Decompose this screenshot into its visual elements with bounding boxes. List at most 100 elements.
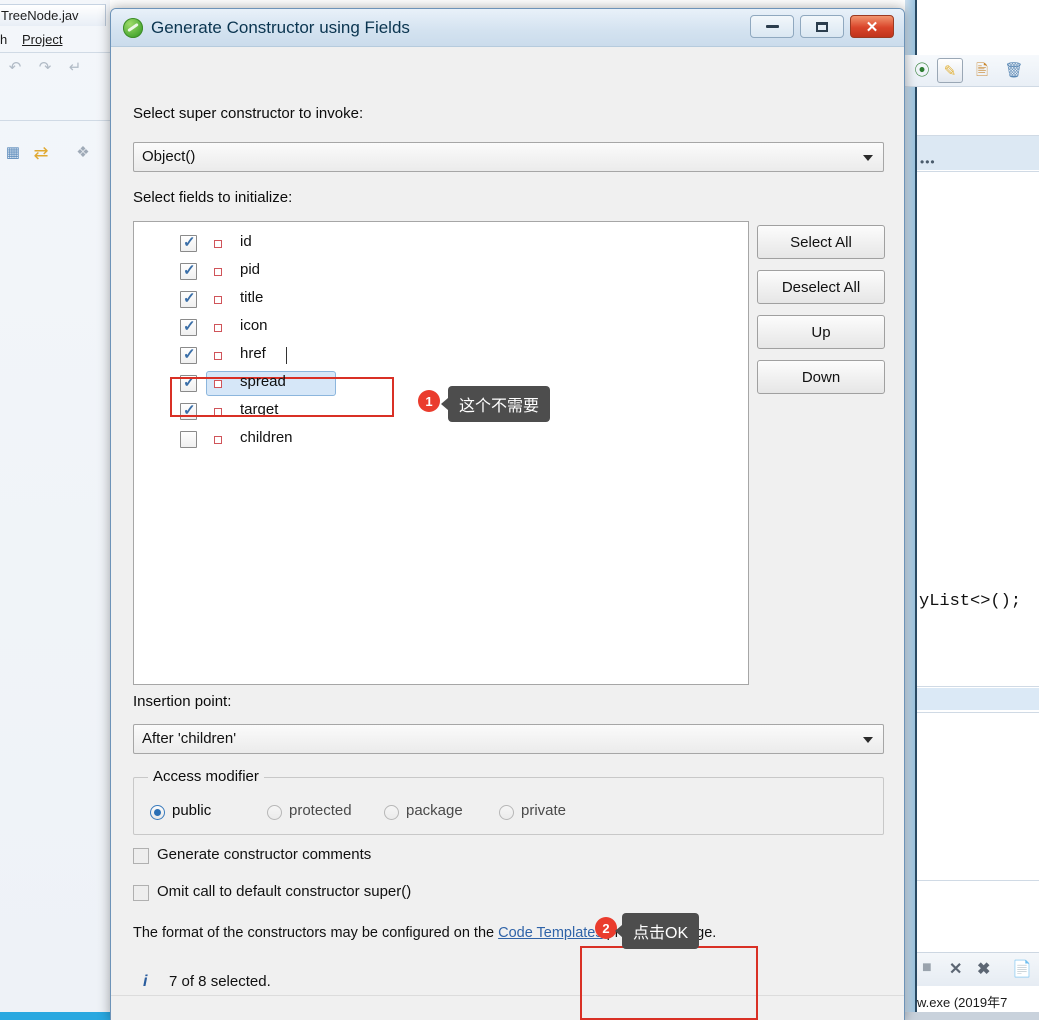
editor-highlight-strip-2 bbox=[917, 688, 1039, 710]
list-item[interactable]: id bbox=[134, 230, 748, 258]
fields-list[interactable]: id pid title icon bbox=[133, 221, 749, 685]
field-private-icon bbox=[214, 240, 222, 248]
console-icon[interactable]: 📄 bbox=[1012, 959, 1032, 979]
radio-protected[interactable]: protected bbox=[267, 802, 352, 820]
field-name: target bbox=[240, 401, 279, 418]
field-checkbox[interactable] bbox=[180, 233, 197, 252]
generate-comments-checkbox[interactable]: Generate constructor comments bbox=[133, 846, 372, 864]
field-name: title bbox=[240, 289, 264, 306]
deselect-all-label: Deselect All bbox=[781, 278, 861, 296]
annotation-badge-2: 2 bbox=[595, 917, 617, 939]
footnote-prefix: The format of the constructors may be co… bbox=[133, 925, 499, 941]
fields-label: Select fields to initialize: bbox=[133, 189, 293, 206]
field-checkbox[interactable] bbox=[180, 431, 197, 448]
remove-launch-icon[interactable]: ✕ bbox=[949, 959, 962, 979]
field-name: icon bbox=[240, 317, 268, 334]
ide-menubar: h Project bbox=[0, 30, 110, 52]
radio-button bbox=[267, 805, 282, 820]
select-all-label: Select All bbox=[790, 233, 852, 251]
code-templates-link[interactable]: Code Templates bbox=[498, 925, 603, 941]
checkbox-label: Omit call to default constructor super() bbox=[157, 883, 412, 900]
text-caret bbox=[286, 347, 287, 364]
menu-item-project[interactable]: Project bbox=[22, 32, 62, 47]
move-up-label: Up bbox=[811, 323, 831, 341]
list-item[interactable]: title bbox=[134, 286, 748, 314]
maximize-button[interactable] bbox=[800, 15, 844, 38]
step-over-icon[interactable]: ↷ bbox=[34, 57, 56, 79]
delete-icon[interactable]: 🗑 bbox=[1001, 58, 1027, 83]
ide-toolbar-row-2: ▦ ⇄ ❖ bbox=[0, 140, 110, 170]
move-down-button[interactable]: Down bbox=[757, 360, 885, 394]
generate-constructor-dialog: Generate Constructor using Fields ✕ Sele… bbox=[110, 8, 905, 1020]
dialog-titlebar[interactable]: Generate Constructor using Fields ✕ bbox=[111, 9, 904, 47]
insertion-point-combo[interactable]: After 'children' bbox=[133, 724, 884, 754]
checkbox-box bbox=[133, 885, 149, 901]
ide-divider-3 bbox=[917, 135, 1039, 136]
eclipse-sphere-icon bbox=[123, 18, 143, 38]
radio-label: package bbox=[406, 802, 463, 819]
collapse-all-icon[interactable]: ▦ bbox=[2, 142, 24, 164]
ide-ellipsis: ••• bbox=[920, 155, 936, 169]
field-checkbox[interactable] bbox=[180, 261, 197, 280]
move-up-button[interactable]: Up bbox=[757, 315, 885, 349]
move-down-label: Down bbox=[801, 368, 841, 386]
super-constructor-combo[interactable]: Object() bbox=[133, 142, 884, 172]
close-button[interactable]: ✕ bbox=[850, 15, 894, 38]
dialog-body: Select super constructor to invoke: Obje… bbox=[111, 47, 904, 1020]
code-fragment-text: yList<>(); bbox=[919, 592, 1022, 611]
list-item[interactable]: icon bbox=[134, 314, 748, 342]
new-file-icon[interactable]: 🖹 bbox=[969, 58, 995, 83]
deselect-all-button[interactable]: Deselect All bbox=[757, 270, 885, 304]
step-return-icon[interactable]: ↵ bbox=[64, 57, 86, 79]
chevron-down-icon bbox=[863, 155, 873, 161]
radio-public[interactable]: public bbox=[150, 802, 211, 820]
ide-divider-6 bbox=[917, 712, 1039, 713]
view-menu-icon[interactable]: ❖ bbox=[72, 142, 94, 164]
list-item[interactable]: pid bbox=[134, 258, 748, 286]
omit-super-checkbox[interactable]: Omit call to default constructor super() bbox=[133, 883, 412, 901]
editor-scroll-column[interactable] bbox=[905, 0, 917, 1020]
radio-label: private bbox=[521, 802, 567, 819]
dialog-button-bar: ? OK Cancel bbox=[111, 995, 904, 1020]
checkbox-label: Generate constructor comments bbox=[157, 846, 372, 863]
console-toolbar: ■ ✕ ✖ 📄 bbox=[917, 952, 1039, 986]
field-name: pid bbox=[240, 261, 261, 278]
ide-divider-5 bbox=[917, 686, 1039, 687]
menu-item-search[interactable]: h bbox=[0, 32, 7, 47]
radio-button bbox=[150, 805, 165, 820]
status-message: i 7 of 8 selected. bbox=[143, 973, 271, 990]
field-checkbox[interactable] bbox=[180, 317, 197, 336]
ide-divider-7 bbox=[917, 880, 1039, 881]
list-item[interactable]: href bbox=[134, 342, 748, 370]
field-checkbox[interactable] bbox=[180, 345, 197, 364]
dialog-title: Generate Constructor using Fields bbox=[151, 18, 410, 37]
field-checkbox[interactable] bbox=[180, 401, 197, 420]
field-checkbox[interactable] bbox=[180, 373, 197, 392]
debug-icon[interactable]: ⦿ bbox=[909, 58, 935, 83]
ide-divider-1 bbox=[0, 52, 110, 53]
radio-private[interactable]: private bbox=[499, 802, 567, 820]
select-all-button[interactable]: Select All bbox=[757, 225, 885, 259]
field-private-icon bbox=[214, 324, 222, 332]
window-buttons: ✕ bbox=[750, 15, 894, 38]
insertion-point-value: After 'children' bbox=[142, 730, 237, 747]
field-private-icon bbox=[214, 408, 222, 416]
link-editor-icon[interactable]: ⇄ bbox=[30, 142, 52, 164]
terminate-icon[interactable]: ■ bbox=[922, 959, 932, 977]
list-item[interactable]: children bbox=[134, 426, 748, 454]
checkbox-box bbox=[133, 848, 149, 864]
radio-package[interactable]: package bbox=[384, 802, 463, 820]
field-name: href bbox=[240, 345, 266, 362]
edit-icon[interactable]: ✎ bbox=[937, 58, 963, 83]
field-private-icon bbox=[214, 352, 222, 360]
list-item[interactable]: spread bbox=[134, 370, 748, 398]
minimize-button[interactable] bbox=[750, 15, 794, 38]
step-into-icon[interactable]: ↶ bbox=[4, 57, 26, 79]
ide-toolbar-row-1: ↶ ↷ ↵ bbox=[0, 55, 110, 85]
chevron-down-icon bbox=[863, 737, 873, 743]
remove-all-icon[interactable]: ✖ bbox=[977, 959, 990, 979]
editor-tab-treenode[interactable]: TreeNode.jav bbox=[0, 4, 106, 26]
annotation-tip-1: 这个不需要 bbox=[440, 386, 551, 422]
info-icon: i bbox=[143, 973, 148, 990]
field-checkbox[interactable] bbox=[180, 289, 197, 308]
